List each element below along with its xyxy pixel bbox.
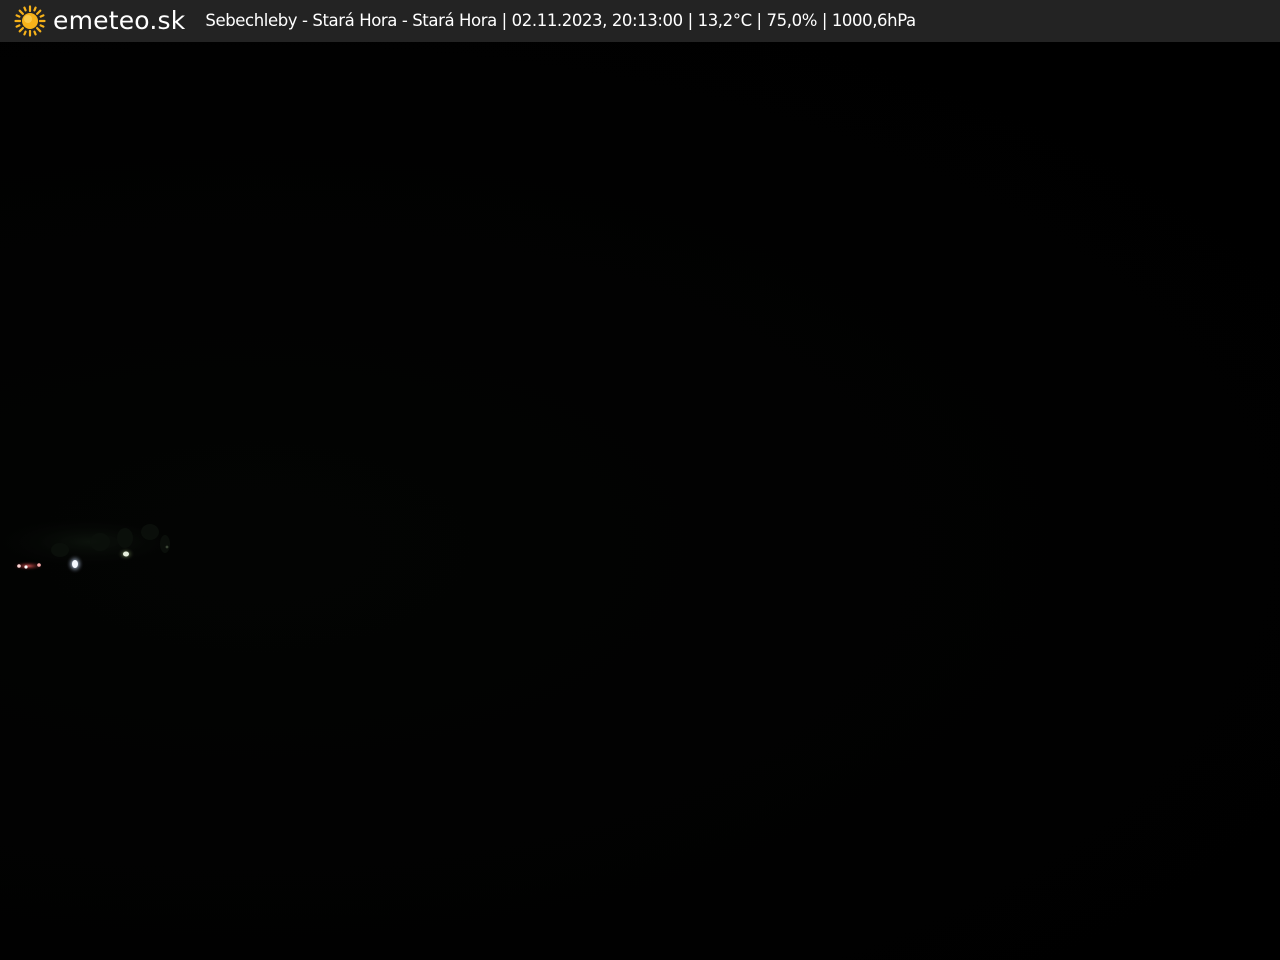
brand-name: emeteo.sk: [53, 6, 186, 35]
scene-lights: [0, 512, 200, 574]
night-camera-view: [0, 42, 1280, 960]
house-light-core: [123, 551, 129, 557]
webcam-frame: emeteo.sk Sebechleby - Stará Hora - Star…: [0, 0, 1280, 960]
car-light-mid: [24, 565, 28, 569]
car-light-right: [37, 563, 41, 567]
street-light-core: [72, 560, 78, 568]
car-light-left: [17, 564, 21, 568]
caption-bar: emeteo.sk Sebechleby - Stará Hora - Star…: [0, 0, 1280, 42]
sun-icon: [14, 5, 46, 37]
weather-caption: Sebechleby - Stará Hora - Stará Hora | 0…: [205, 11, 916, 30]
distant-light: [165, 545, 169, 549]
logo: emeteo.sk: [14, 0, 185, 42]
